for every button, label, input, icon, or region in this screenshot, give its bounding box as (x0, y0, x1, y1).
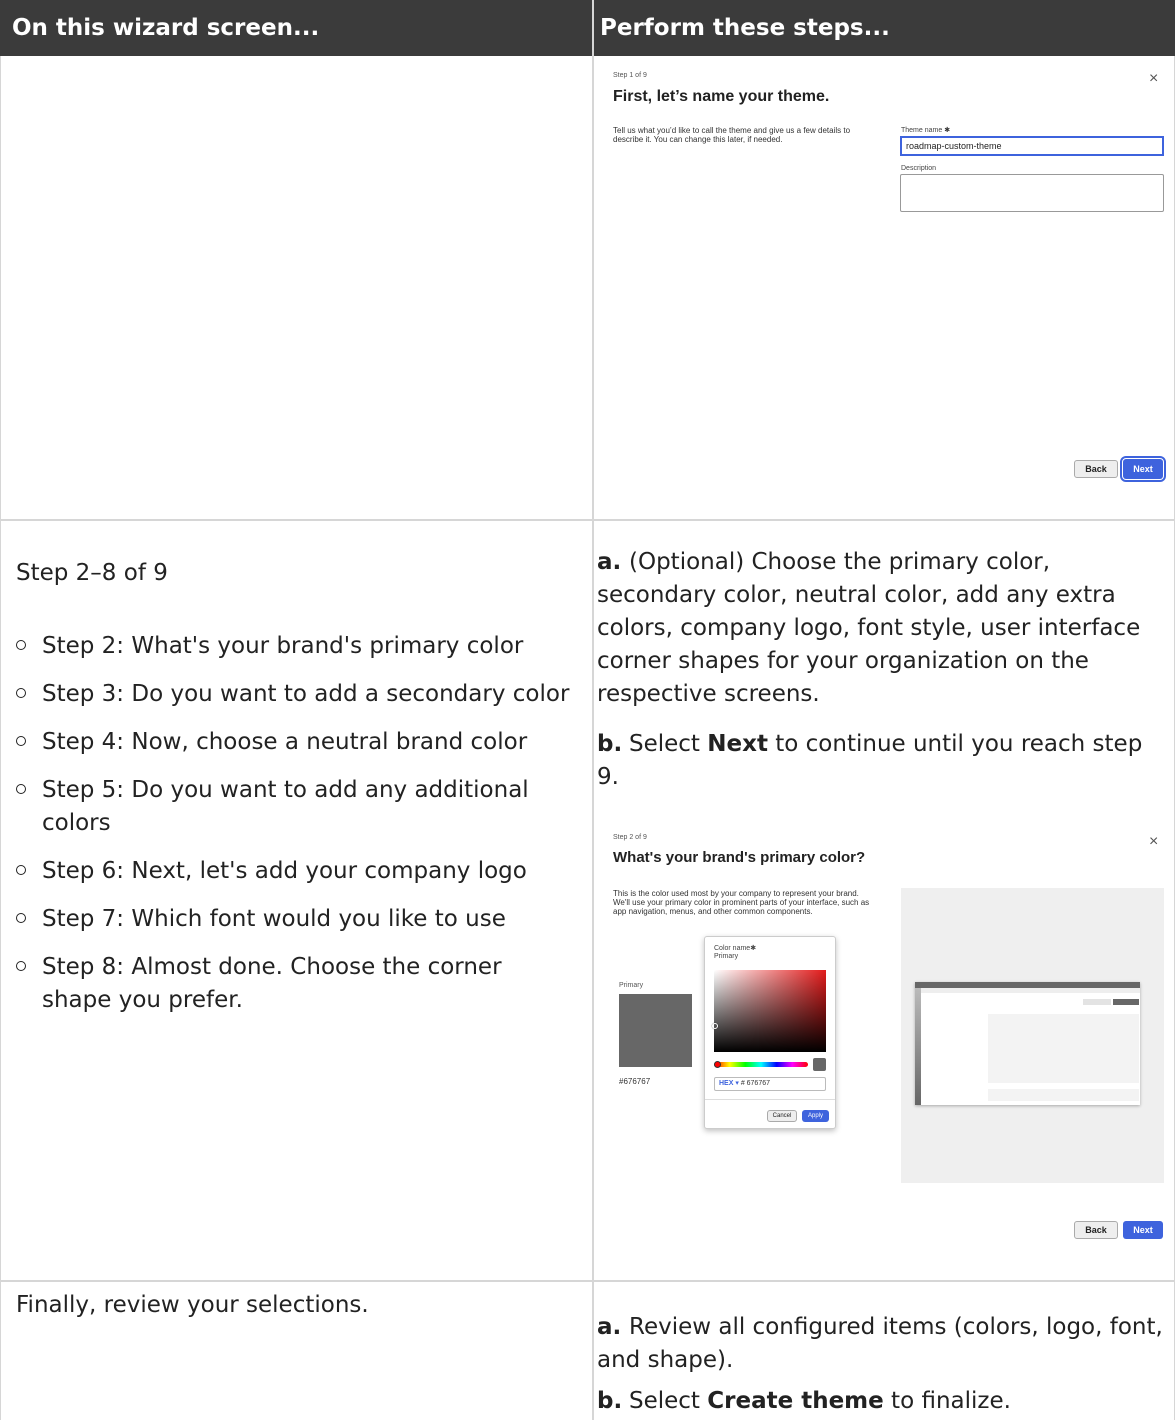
bullet-icon (16, 961, 26, 971)
instruction-b: b. Select Create theme to finalize. (597, 1385, 1167, 1418)
cancel-button[interactable]: Cancel (767, 1110, 797, 1122)
instruction-a: a. (Optional) Choose the primary color, s… (597, 546, 1167, 711)
wizard-screenshot-step1: Step 1 of 9 First, let’s name your theme… (600, 62, 1170, 502)
instruction-a: a. Review all configured items (colors, l… (597, 1311, 1167, 1377)
preview-panel (901, 888, 1164, 1183)
preview-button-secondary (1083, 999, 1111, 1005)
preview-sidebar (915, 988, 921, 1105)
list-item: Step 7: Which font would you like to use (16, 903, 576, 936)
instruction-b: b. Select Next to continue until you reac… (597, 728, 1167, 794)
step-list: Step 2: What's your brand's primary colo… (16, 630, 576, 1032)
wizard-description: Tell us what you’d like to call the them… (613, 126, 851, 144)
bullet-icon (16, 688, 26, 698)
list-item: Step 6: Next, let's add your company log… (16, 855, 576, 888)
instruction-letter: a. (597, 549, 622, 575)
wizard-steps-table: On this wizard screen... Perform these s… (0, 0, 1175, 1420)
instruction-letter: a. (597, 1314, 622, 1340)
instruction-text: Review all configured items (colors, log… (597, 1314, 1163, 1373)
primary-color-swatch[interactable] (619, 994, 692, 1067)
wizard-title: What's your brand's primary color? (613, 849, 866, 866)
step-indicator: Step 2 of 9 (613, 834, 647, 841)
theme-name-label: Theme name ✱ (901, 127, 951, 134)
row-divider-1 (0, 519, 1175, 521)
wizard-description: This is the color used most by your comp… (613, 889, 870, 916)
swatch-hex: #676767 (619, 1077, 651, 1086)
instruction-letter: b. (597, 1388, 623, 1414)
hex-input[interactable]: HEX ▾ # 676767 (714, 1077, 826, 1091)
saturation-handle[interactable] (712, 1023, 718, 1029)
wizard-screenshot-step2: Step 2 of 9 What's your brand's primary … (600, 825, 1170, 1265)
preview-subbar (921, 988, 1140, 993)
hue-handle[interactable] (714, 1061, 721, 1068)
back-button[interactable]: Back (1074, 1221, 1118, 1239)
back-button[interactable]: Back (1074, 460, 1118, 478)
next-button[interactable]: Next (1123, 1221, 1163, 1239)
row-divider-2 (0, 1280, 1175, 1282)
description-textarea[interactable] (900, 174, 1164, 212)
hue-slider[interactable] (714, 1062, 808, 1067)
bullet-icon (16, 784, 26, 794)
theme-name-input[interactable]: roadmap-custom-theme (900, 136, 1164, 156)
color-preview (813, 1058, 826, 1071)
description-label: Description (901, 165, 937, 172)
step-range-text: Step 2–8 of 9 (16, 560, 168, 586)
preview-content-row (988, 1089, 1139, 1101)
instruction-letter: b. (597, 731, 623, 757)
swatch-label: Primary (619, 982, 644, 989)
review-text: Finally, review your selections. (16, 1292, 369, 1318)
picker-divider (705, 1099, 835, 1100)
list-item: Step 3: Do you want to add a secondary c… (16, 678, 576, 711)
instruction-text: (Optional) Choose the primary color, sec… (597, 549, 1141, 707)
bullet-icon (16, 736, 26, 746)
bullet-icon (16, 865, 26, 875)
header-right: Perform these steps... (594, 0, 1175, 56)
wizard-title: First, let’s name your theme. (613, 88, 830, 105)
list-item: Step 2: What's your brand's primary colo… (16, 630, 576, 663)
column-divider (592, 0, 594, 1420)
table-border-left (0, 0, 1, 1420)
color-picker-popover: Color name✱ Primary HEX ▾ # 676767 Cance… (704, 936, 836, 1129)
close-icon[interactable]: × (1149, 70, 1158, 88)
preview-window (915, 982, 1140, 1105)
list-item: Step 8: Almost done. Choose the corner s… (16, 951, 576, 1017)
preview-button-primary (1113, 999, 1139, 1005)
saturation-field[interactable] (714, 970, 826, 1052)
create-theme-keyword: Create theme (707, 1388, 884, 1414)
bullet-icon (16, 913, 26, 923)
apply-button[interactable]: Apply (802, 1110, 829, 1122)
list-item: Step 5: Do you want to add any additiona… (16, 774, 576, 840)
list-item: Step 4: Now, choose a neutral brand colo… (16, 726, 576, 759)
color-name-label: Color name✱ (714, 945, 757, 952)
close-icon[interactable]: × (1149, 833, 1158, 851)
bullet-icon (16, 640, 26, 650)
next-keyword: Next (707, 731, 768, 757)
header-left: On this wizard screen... (0, 0, 592, 56)
preview-content-card (988, 1014, 1139, 1083)
next-button[interactable]: Next (1120, 456, 1166, 482)
step-indicator: Step 1 of 9 (613, 72, 647, 79)
color-name-value[interactable]: Primary (714, 953, 738, 960)
